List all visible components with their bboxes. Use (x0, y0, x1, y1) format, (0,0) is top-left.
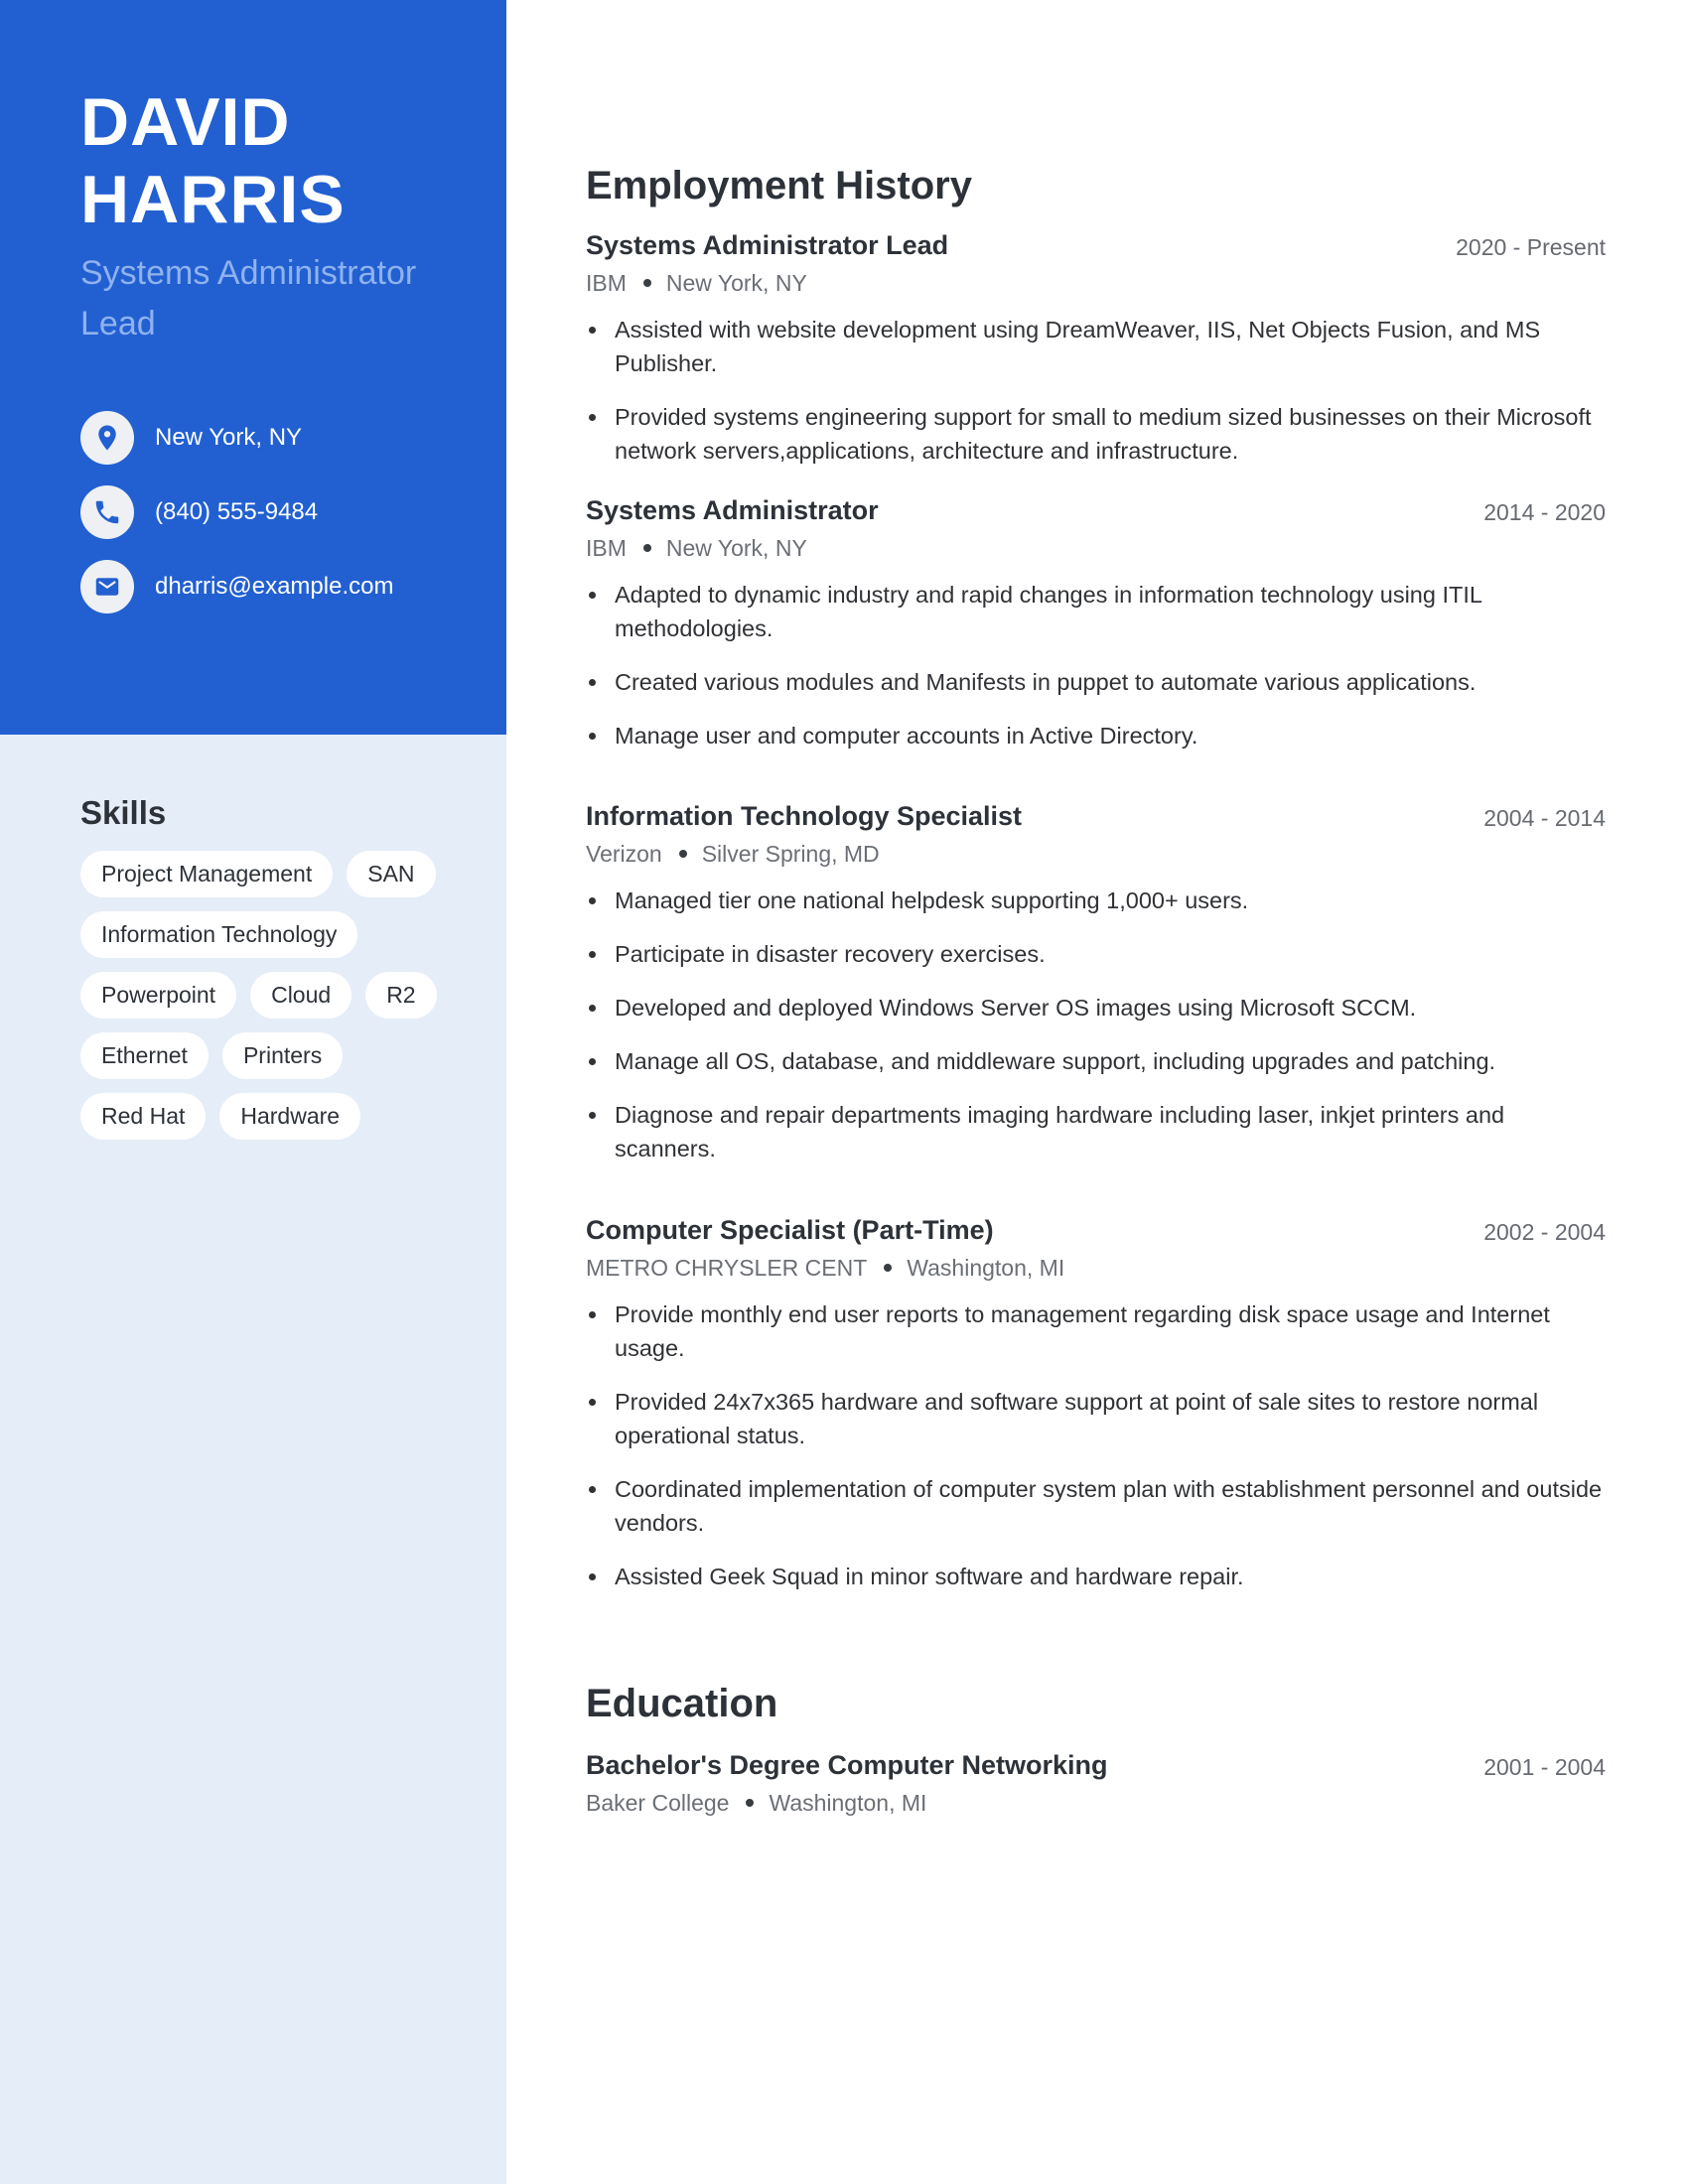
skill-pill: Powerpoint (80, 972, 237, 1019)
job-bullets: Provide monthly end user reports to mana… (586, 1297, 1606, 1593)
location: New York, NY (665, 270, 807, 296)
job-title: Systems Administrator (586, 495, 879, 525)
company: Verizon (586, 841, 662, 867)
bullet-item: Created various modules and Manifests in… (586, 665, 1606, 699)
skill-pill: SAN (347, 851, 436, 897)
job-bullets: Assisted with website development using … (586, 313, 1606, 468)
bullet-item: Provide monthly end user reports to mana… (586, 1297, 1606, 1365)
job-meta: IBM New York, NY (586, 265, 1606, 301)
job-meta: METRO CHRYSLER CENT Washington, MI (586, 1250, 1606, 1286)
job-entry: Information Technology Specialist 2004 -… (586, 798, 1606, 1185)
company: METRO CHRYSLER CENT (586, 1255, 868, 1281)
separator-dot (678, 849, 687, 858)
contact-email-text[interactable]: dharris@example.com (155, 573, 393, 601)
job-entry: Systems Administrator Lead 2020 - Presen… (586, 227, 1606, 487)
location: Washington, MI (769, 1790, 927, 1816)
skills-list: Project Management SAN Information Techn… (80, 851, 478, 1154)
contact-location: New York, NY (80, 411, 393, 465)
location: Washington, MI (907, 1255, 1065, 1281)
separator-dot (746, 1798, 755, 1807)
job-entry: Systems Administrator 2014 - 2020 IBM New… (586, 492, 1606, 772)
contact-list: New York, NY (840) 555-9484 dharris@exam… (80, 411, 393, 634)
skill-pill: Information Technology (80, 911, 358, 958)
separator-dot (642, 278, 651, 287)
education-dates: 2001 - 2004 (1483, 1754, 1606, 1780)
skill-pill: Hardware (219, 1093, 361, 1140)
education-heading: Education (586, 1682, 778, 1725)
contact-email: dharris@example.com (80, 560, 393, 614)
company: IBM (586, 270, 627, 296)
company: IBM (586, 535, 627, 561)
bullet-item: Assisted Geek Squad in minor software an… (586, 1560, 1606, 1593)
job-dates: 2004 - 2014 (1483, 805, 1606, 831)
education-meta: Baker College Washington, MI (586, 1785, 1606, 1821)
skill-pill: Project Management (80, 851, 334, 897)
sidebar: DAVID HARRIS Systems Administrator Lead … (0, 0, 506, 2184)
location: New York, NY (665, 535, 807, 561)
bullet-item: Assisted with website development using … (586, 313, 1606, 380)
job-bullets: Adapted to dynamic industry and rapid ch… (586, 578, 1606, 752)
contact-phone: (840) 555-9484 (80, 485, 393, 539)
bullet-item: Managed tier one national helpdesk suppo… (586, 884, 1606, 917)
first-name: DAVID (80, 84, 291, 160)
skills-heading: Skills (80, 794, 167, 831)
header-panel: DAVID HARRIS Systems Administrator Lead … (0, 0, 506, 735)
job-meta: IBM New York, NY (586, 530, 1606, 566)
contact-phone-text[interactable]: (840) 555-9484 (155, 498, 318, 526)
job-bullets: Managed tier one national helpdesk suppo… (586, 884, 1606, 1165)
contact-location-text: New York, NY (155, 424, 303, 451)
job-title: Computer Specialist (Part-Time) (586, 1215, 994, 1245)
job-title: Information Technology Specialist (586, 801, 1023, 831)
school: Baker College (586, 1790, 730, 1816)
job-dates: 2014 - 2020 (1483, 499, 1606, 525)
education-entry: Bachelor's Degree Computer Networking 20… (586, 1747, 1606, 1821)
degree-title: Bachelor's Degree Computer Networking (586, 1750, 1108, 1780)
employment-heading: Employment History (586, 164, 972, 207)
candidate-name: DAVID HARRIS (80, 83, 497, 238)
bullet-item: Developed and deployed Windows Server OS… (586, 991, 1606, 1024)
bullet-item: Manage all OS, database, and middleware … (586, 1044, 1606, 1078)
mail-icon (80, 560, 134, 614)
bullet-item: Manage user and computer accounts in Act… (586, 719, 1606, 752)
skill-pill: Cloud (250, 972, 352, 1019)
bullet-item: Provided systems engineering support for… (586, 400, 1606, 468)
bullet-item: Coordinated implementation of computer s… (586, 1472, 1606, 1540)
separator-dot (884, 1263, 893, 1272)
last-name: HARRIS (80, 162, 346, 237)
bullet-item: Participate in disaster recovery exercis… (586, 937, 1606, 971)
job-title-subtitle: Systems Administrator Lead (80, 254, 417, 342)
separator-dot (642, 543, 651, 552)
skill-pill: R2 (365, 972, 437, 1019)
job-title: Systems Administrator Lead (586, 230, 949, 260)
job-entry: Computer Specialist (Part-Time) 2002 - 2… (586, 1212, 1606, 1613)
phone-icon (80, 485, 134, 539)
job-meta: Verizon Silver Spring, MD (586, 836, 1606, 872)
job-dates: 2002 - 2004 (1483, 1219, 1606, 1245)
job-dates: 2020 - Present (1456, 234, 1606, 260)
bullet-item: Provided 24x7x365 hardware and software … (586, 1385, 1606, 1452)
bullet-item: Adapted to dynamic industry and rapid ch… (586, 578, 1606, 645)
skill-pill: Printers (221, 1032, 344, 1079)
skill-pill: Red Hat (80, 1093, 207, 1140)
location: Silver Spring, MD (701, 841, 880, 867)
skill-pill: Ethernet (80, 1032, 209, 1079)
bullet-item: Diagnose and repair departments imaging … (586, 1098, 1606, 1165)
location-pin-icon (80, 411, 134, 465)
